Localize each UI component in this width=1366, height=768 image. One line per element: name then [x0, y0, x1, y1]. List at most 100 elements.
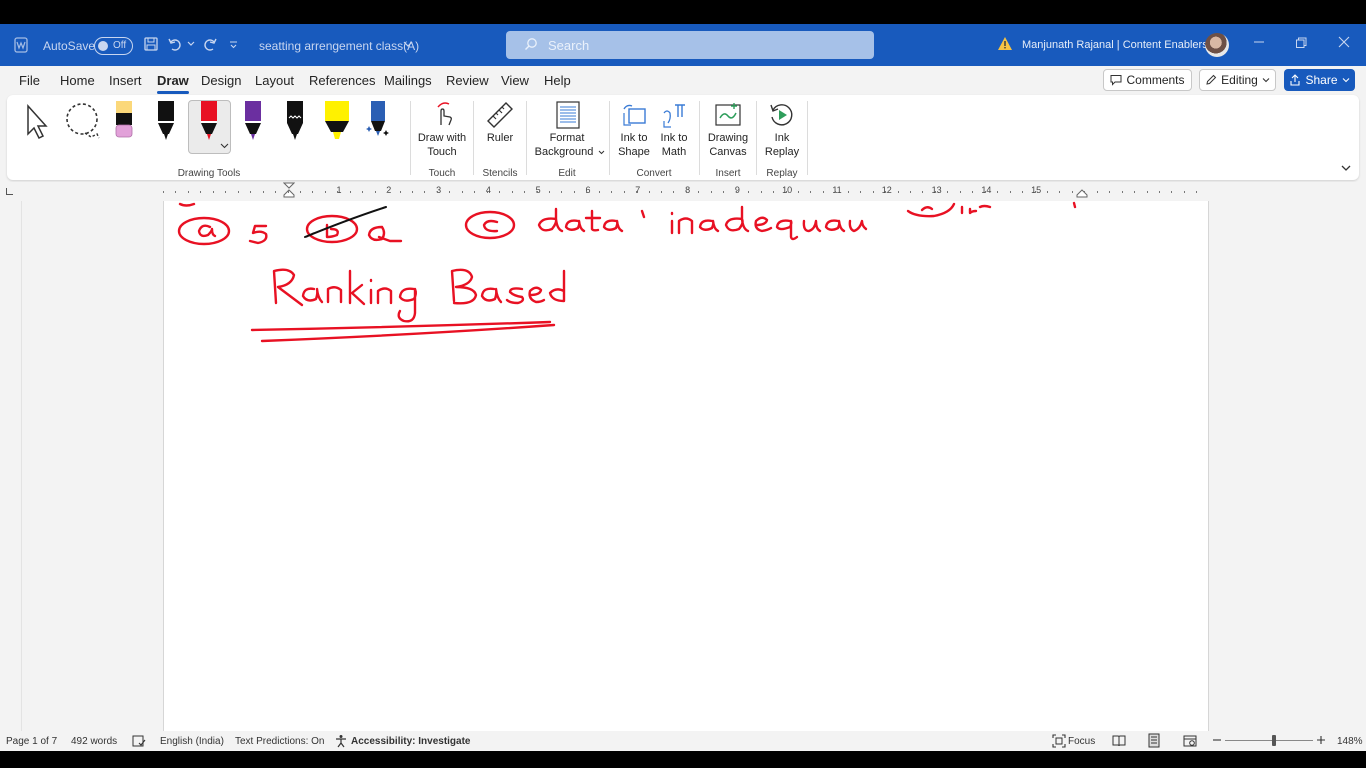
document-page[interactable] [163, 201, 1209, 731]
tab-review[interactable]: Review [446, 73, 489, 88]
ruler-tick [1146, 191, 1148, 193]
ink-stroke [824, 219, 846, 233]
redo-icon[interactable] [202, 36, 218, 52]
user-name[interactable]: Manjunath Rajanal | Content Enablers [1022, 39, 1208, 51]
select-objects-icon[interactable] [24, 104, 52, 140]
eraser-icon[interactable] [114, 100, 134, 140]
ruler-tick [312, 191, 314, 193]
ruler-tick [797, 191, 799, 193]
drawing-canvas-button[interactable]: Drawing Canvas [701, 99, 755, 163]
yellow-highlighter-icon[interactable] [323, 100, 351, 142]
tab-file[interactable]: File [19, 73, 40, 88]
chevron-down-icon[interactable] [403, 39, 413, 49]
ink-stroke [450, 268, 478, 305]
ink-to-shape-button[interactable]: Ink to Shape [614, 99, 654, 163]
tab-home[interactable]: Home [60, 73, 95, 88]
share-button[interactable]: Share [1284, 69, 1355, 91]
minimize-icon[interactable] [1253, 36, 1265, 48]
editing-mode-button[interactable]: Editing [1199, 69, 1276, 91]
ruler-tick [972, 191, 974, 193]
right-indent-marker-icon[interactable] [1076, 189, 1088, 198]
tab-design[interactable]: Design [201, 73, 241, 88]
purple-pen-icon[interactable] [242, 100, 264, 142]
search-icon [525, 38, 537, 50]
group-label-convert: Convert [636, 168, 672, 179]
undo-icon[interactable] [167, 36, 183, 52]
zoom-slider-thumb[interactable] [1272, 735, 1276, 746]
focus-icon[interactable] [1052, 734, 1066, 748]
read-mode-icon[interactable] [1112, 734, 1126, 748]
chevron-down-icon[interactable] [220, 142, 229, 150]
horizontal-ruler[interactable]: 1 2 3 4 5 6 7 8 9 10 11 12 13 14 15 [163, 182, 1209, 198]
web-layout-icon[interactable] [1183, 734, 1197, 748]
word-count[interactable]: 492 words [71, 736, 117, 747]
search-box[interactable]: Search [506, 31, 874, 59]
black-sparkle-pen-icon[interactable] [283, 100, 307, 142]
group-divider [756, 101, 757, 175]
ribbon-expand-icon[interactable] [1340, 163, 1352, 173]
ruler-tick [1134, 191, 1136, 193]
format-background-button[interactable]: Format Background [528, 99, 606, 163]
ruler-tick [723, 191, 725, 193]
zoom-out-icon[interactable] [1212, 735, 1222, 745]
comments-button[interactable]: Comments [1103, 69, 1192, 91]
draw-with-touch-button[interactable]: Draw with Touch [412, 99, 472, 163]
ink-stroke [367, 225, 403, 243]
tab-layout[interactable]: Layout [255, 73, 294, 88]
ruler-tick [1034, 191, 1036, 193]
lasso-select-icon[interactable] [63, 102, 103, 142]
ruler-tick [611, 191, 613, 193]
ink-canvas[interactable] [164, 201, 1210, 731]
ink-to-math-button[interactable]: Ink to Math [654, 99, 694, 163]
ruler-tick [959, 191, 961, 193]
close-icon[interactable] [1338, 36, 1350, 48]
title-bar: AutoSave Off seatting arrengement class(… [0, 24, 1366, 66]
ruler-tick [262, 191, 264, 193]
customize-toolbar-icon[interactable] [229, 40, 238, 49]
tab-help[interactable]: Help [544, 73, 571, 88]
ink-stroke [197, 224, 217, 238]
tab-references[interactable]: References [309, 73, 375, 88]
indent-marker-icon[interactable] [283, 182, 295, 202]
zoom-in-icon[interactable] [1316, 735, 1326, 745]
ruler-tick [860, 191, 862, 193]
proofing-icon[interactable] [132, 734, 146, 748]
print-layout-icon[interactable] [1147, 733, 1161, 748]
touch-hand-icon [437, 102, 452, 126]
group-divider [699, 101, 700, 175]
warning-icon[interactable] [997, 36, 1013, 51]
ruler-tick [710, 191, 712, 193]
ruler-tick [349, 191, 351, 193]
tab-view[interactable]: View [501, 73, 529, 88]
restore-icon[interactable] [1295, 37, 1307, 49]
document-name[interactable]: seatting arrengement class(A) [259, 39, 419, 53]
tab-draw[interactable]: Draw [157, 73, 189, 94]
avatar[interactable] [1205, 33, 1229, 57]
ruler-tick [785, 191, 787, 193]
autosave-toggle[interactable]: Off [94, 37, 133, 55]
accessibility-status[interactable]: Accessibility: Investigate [351, 736, 471, 747]
language[interactable]: English (India) [160, 736, 224, 747]
text-predictions[interactable]: Text Predictions: On [235, 736, 324, 747]
ruler-number: 4 [485, 185, 491, 195]
tab-mailings[interactable]: Mailings [384, 73, 432, 88]
ink-stroke [677, 217, 694, 235]
accessibility-icon[interactable] [334, 734, 348, 748]
black-pen-icon[interactable] [155, 100, 177, 142]
save-icon[interactable] [143, 36, 159, 52]
galaxy-pen-icon[interactable] [366, 100, 390, 142]
pencil-icon [1206, 74, 1217, 85]
ruler-tick [299, 191, 301, 193]
page-count[interactable]: Page 1 of 7 [6, 736, 57, 747]
ruler-button[interactable]: Ruler [475, 99, 525, 163]
red-pen-icon[interactable] [198, 100, 220, 146]
ruler-tick [163, 191, 164, 193]
ink-replay-button[interactable]: Ink Replay [758, 99, 806, 163]
zoom-slider-track[interactable] [1225, 740, 1313, 741]
tab-stop-selector[interactable] [6, 188, 13, 195]
tab-insert[interactable]: Insert [109, 73, 142, 88]
chevron-down-icon[interactable] [187, 40, 195, 48]
zoom-level[interactable]: 148% [1337, 736, 1363, 747]
ruler-tick [1096, 191, 1098, 193]
focus-label[interactable]: Focus [1068, 736, 1095, 747]
